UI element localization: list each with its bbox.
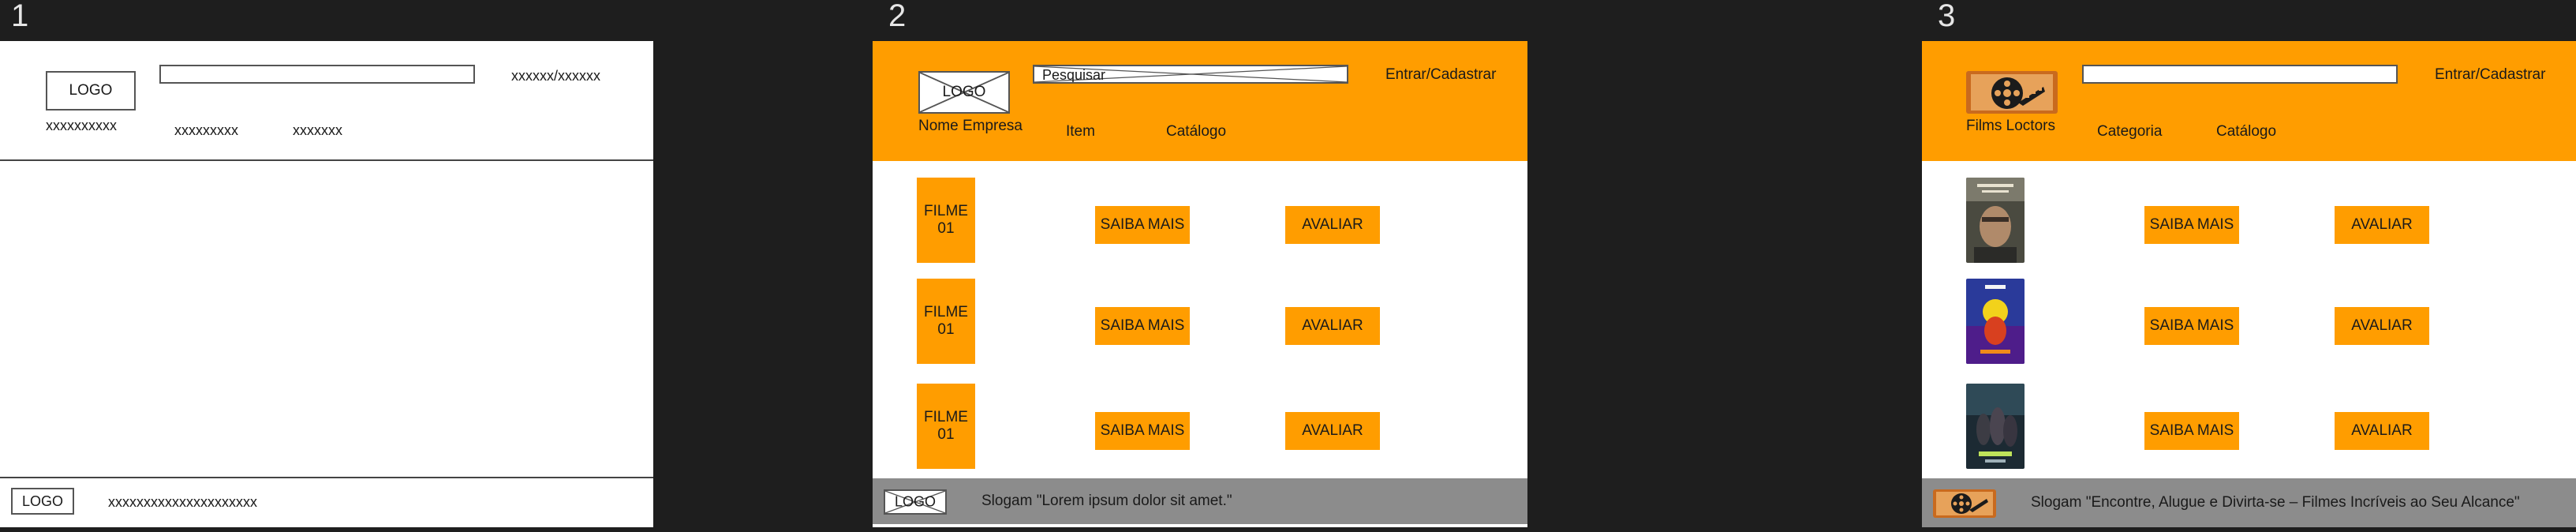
mockup-3: Films Loctors Entrar/Cadastrar Categoria…	[1922, 41, 2576, 527]
more-info-button[interactable]: SAIBA MAIS	[1095, 307, 1190, 345]
film-reel-icon	[1933, 489, 1996, 518]
footer-slogan: Slogam "Encontre, Alugue e Divirta-se – …	[2031, 494, 2520, 511]
rate-button[interactable]: AVALIAR	[1285, 307, 1380, 345]
more-info-button[interactable]: SAIBA MAIS	[2144, 412, 2239, 450]
company-name: Films Loctors	[1966, 118, 2055, 134]
search-input[interactable]: Pesquisar	[1033, 65, 1348, 84]
auth-link[interactable]: Entrar/Cadastrar	[2435, 66, 2545, 84]
movie-poster-image[interactable]	[1966, 178, 2025, 263]
frame-number-1: 1	[11, 0, 29, 33]
rate-button[interactable]: AVALIAR	[2335, 307, 2429, 345]
search-placeholder: Pesquisar	[1042, 67, 1106, 83]
rate-button[interactable]: AVALIAR	[2335, 206, 2429, 244]
poster-art	[1966, 178, 2025, 263]
auth-link[interactable]: xxxxxx/xxxxxx	[511, 68, 600, 84]
rate-button[interactable]: AVALIAR	[1285, 412, 1380, 450]
footer-film-reel-logo[interactable]	[1933, 489, 1996, 518]
logo-placeholder-image[interactable]: LOGO	[918, 71, 1010, 114]
movie-poster-image[interactable]	[1966, 279, 2025, 364]
frame-number-3: 3	[1938, 0, 1956, 33]
company-name: xxxxxxxxxx	[46, 118, 117, 133]
movie-poster-placeholder[interactable]: FILME 01	[917, 279, 975, 364]
footer: LOGO xxxxxxxxxxxxxxxxxxxxx	[0, 477, 653, 527]
rate-button[interactable]: AVALIAR	[2335, 412, 2429, 450]
nav-item-1[interactable]: xxxxxxxxx	[174, 122, 238, 139]
nav-item-category[interactable]: Categoria	[2097, 123, 2162, 140]
more-info-button[interactable]: SAIBA MAIS	[1095, 412, 1190, 450]
movie-poster-image[interactable]	[1966, 384, 2025, 469]
header: Films Loctors Entrar/Cadastrar Categoria…	[1922, 41, 2576, 161]
logo-box[interactable]: LOGO	[46, 71, 136, 111]
more-info-button[interactable]: SAIBA MAIS	[1095, 206, 1190, 244]
poster-art	[1966, 384, 2025, 469]
company-name: Nome Empresa	[918, 118, 1023, 134]
header: LOGO xxxxxxxxxx xxxxxx/xxxxxx xxxxxxxxx …	[0, 41, 653, 161]
footer-slogan: Slogam "Lorem ipsum dolor sit amet."	[981, 493, 1232, 509]
header: LOGO Nome Empresa Pesquisar Entrar/Cadas…	[873, 41, 1527, 161]
nav-item-catalog[interactable]: Catálogo	[2216, 123, 2276, 140]
search-input[interactable]	[159, 65, 475, 84]
film-reel-icon	[1966, 71, 2058, 114]
nav-item-2[interactable]: xxxxxxx	[293, 122, 342, 139]
more-info-button[interactable]: SAIBA MAIS	[2144, 206, 2239, 244]
footer: Slogam "Encontre, Alugue e Divirta-se – …	[1922, 478, 2576, 527]
movie-poster-placeholder[interactable]: FILME 01	[917, 178, 975, 263]
footer: LOGO Slogam "Lorem ipsum dolor sit amet.…	[873, 478, 1527, 524]
footer-text: xxxxxxxxxxxxxxxxxxxxx	[108, 494, 257, 510]
wireframe-1: LOGO xxxxxxxxxx xxxxxx/xxxxxx xxxxxxxxx …	[0, 41, 653, 527]
more-info-button[interactable]: SAIBA MAIS	[2144, 307, 2239, 345]
film-reel-logo[interactable]	[1966, 71, 2058, 114]
wireframe-2: LOGO Nome Empresa Pesquisar Entrar/Cadas…	[873, 41, 1527, 527]
logo-label: LOGO	[942, 84, 986, 100]
footer-logo-placeholder-image[interactable]: LOGO	[884, 489, 947, 515]
nav-item-1[interactable]: Item	[1066, 123, 1095, 140]
frame-number-2: 2	[888, 0, 907, 33]
rate-button[interactable]: AVALIAR	[1285, 206, 1380, 244]
nav-item-2[interactable]: Catálogo	[1166, 123, 1226, 140]
auth-link[interactable]: Entrar/Cadastrar	[1385, 66, 1496, 84]
footer-logo-box[interactable]: LOGO	[11, 488, 74, 515]
movie-poster-placeholder[interactable]: FILME 01	[917, 384, 975, 469]
poster-art	[1966, 279, 2025, 364]
search-input[interactable]	[2082, 65, 2398, 84]
footer-logo-label: LOGO	[894, 493, 936, 510]
